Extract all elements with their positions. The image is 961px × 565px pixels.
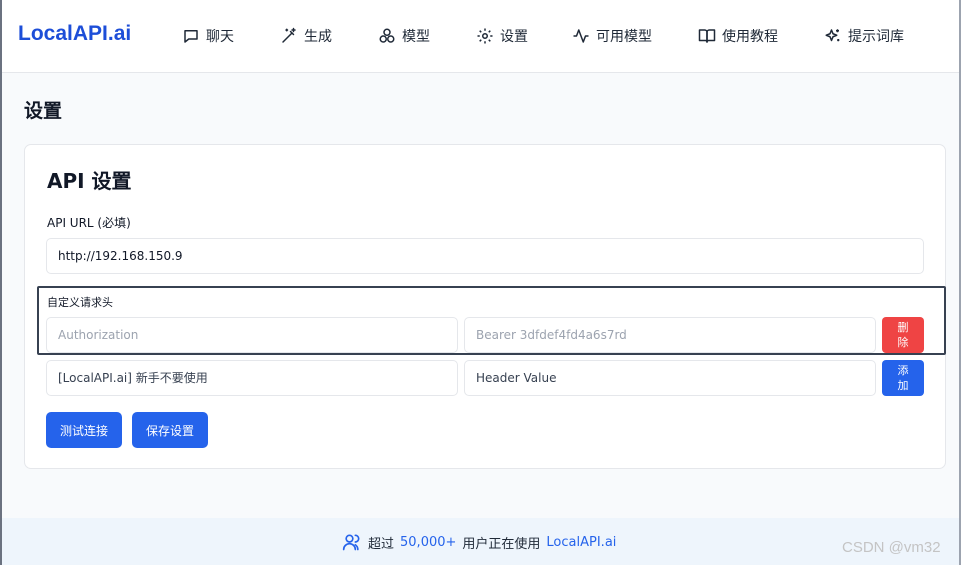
nav-item-label: 聊天: [206, 29, 234, 45]
models-icon: [379, 28, 395, 43]
footer-prefix: 超过: [368, 536, 395, 552]
footer-count: 50,000+: [400, 534, 457, 550]
nav-item-generate[interactable]: 生成: [280, 24, 332, 48]
footer-bar: 超过 50,000+ 用户正在使用 LocalAPI.ai: [2, 518, 959, 565]
window-border-left: [0, 0, 2, 565]
new-header-value-input[interactable]: [464, 360, 876, 396]
nav-item-label: 模型: [402, 29, 430, 45]
sparkles-icon: [825, 29, 840, 42]
footer-user-count: 超过 50,000+ 用户正在使用 LocalAPI.ai: [342, 532, 616, 552]
header-value-input[interactable]: [464, 317, 876, 353]
csdn-watermark: CSDN @vm32: [842, 539, 941, 556]
top-navbar: LocalAPI.ai 聊天 生成 模型 设置 可用模型 使用教程 提示词库: [2, 0, 959, 73]
nav-item-models[interactable]: 模型: [378, 24, 430, 48]
nav-item-tutorial[interactable]: 使用教程: [698, 24, 778, 48]
footer-link[interactable]: LocalAPI.ai: [546, 535, 616, 550]
custom-headers-label: 自定义请求头: [47, 296, 113, 309]
activity-icon: [573, 29, 589, 43]
footer-middle: 用户正在使用: [462, 536, 541, 552]
gear-icon: [477, 28, 493, 44]
nav-item-label: 可用模型: [596, 29, 652, 45]
nav-item-label: 生成: [304, 29, 332, 45]
test-connection-button[interactable]: 测试连接: [46, 412, 123, 448]
nav-item-label: 提示词库: [848, 29, 904, 45]
book-icon: [698, 29, 716, 43]
nav-item-available-models[interactable]: 可用模型: [572, 24, 652, 48]
nav-item-label: 使用教程: [722, 29, 778, 45]
api-settings-card: API 设置 API URL (必填) 自定义请求头 删除 添加 测试连接 保存…: [24, 144, 946, 469]
nav-item-settings[interactable]: 设置: [476, 24, 528, 48]
api-url-label: API URL (必填): [47, 216, 131, 230]
add-header-button[interactable]: 添加: [882, 360, 924, 396]
api-url-input[interactable]: [46, 238, 924, 274]
header-key-input[interactable]: [46, 317, 458, 353]
nav-item-label: 设置: [500, 29, 528, 45]
delete-header-button[interactable]: 删除: [882, 317, 924, 353]
users-icon: [342, 534, 360, 551]
nav-item-chat[interactable]: 聊天: [182, 24, 234, 48]
chat-icon: [184, 30, 198, 43]
magic-wand-icon: [282, 27, 296, 43]
page-title: 设置: [24, 100, 63, 122]
card-title: API 设置: [47, 169, 132, 193]
brand-logo[interactable]: LocalAPI.ai: [18, 22, 131, 46]
new-header-key-input[interactable]: [46, 360, 458, 396]
nav-item-prompt-library[interactable]: 提示词库: [824, 24, 904, 48]
save-settings-button[interactable]: 保存设置: [132, 412, 209, 448]
